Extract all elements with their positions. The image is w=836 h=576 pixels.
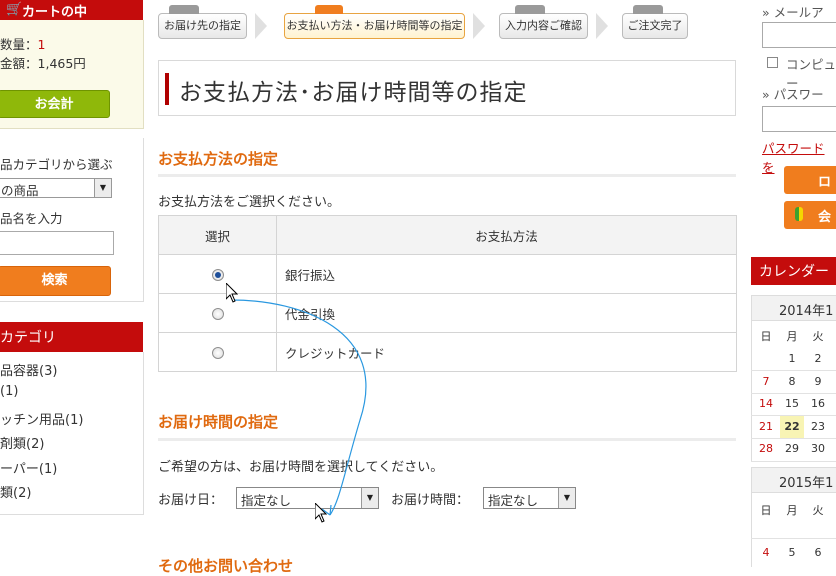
mouse-cursor-icon <box>226 283 238 303</box>
mouse-cursor-icon <box>315 503 327 523</box>
drag-path-line <box>231 299 367 516</box>
drag-path-overlay <box>231 299 367 516</box>
